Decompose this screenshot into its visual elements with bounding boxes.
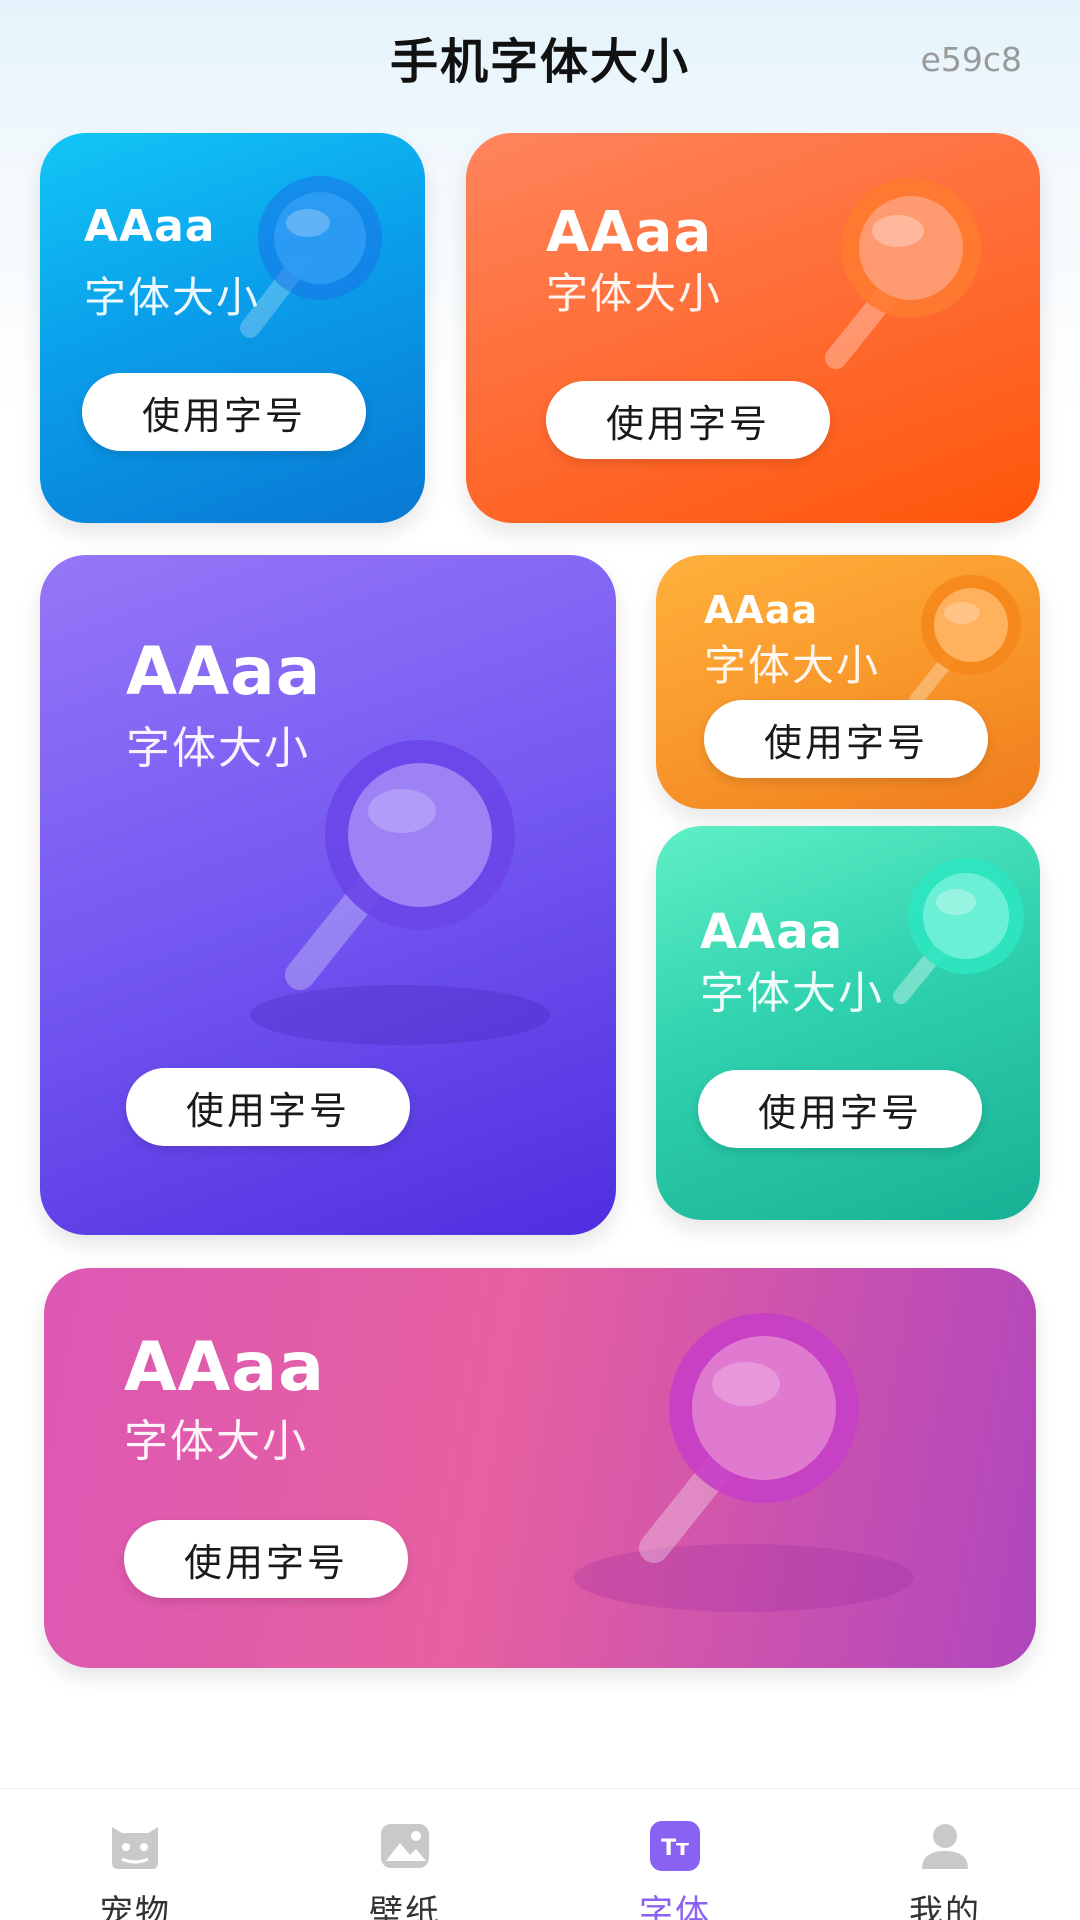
use-font-size-button[interactable]: 使用字号 bbox=[82, 373, 366, 451]
profile-icon bbox=[922, 1824, 968, 1869]
font-sample-text: AAaa bbox=[546, 200, 713, 265]
font-size-label: 字体大小 bbox=[126, 723, 310, 774]
font-card-orange: AAaa 字体大小 使用字号 bbox=[656, 555, 1040, 809]
tab-label: 宠物 bbox=[99, 1893, 171, 1920]
bottom-tab-bar: 宠物 壁纸 Tт 字体 我的 bbox=[0, 1788, 1080, 1920]
tab-font[interactable]: Tт 字体 bbox=[540, 1789, 810, 1920]
font-size-label: 字体大小 bbox=[700, 968, 884, 1019]
magnifier-icon bbox=[909, 575, 1021, 707]
font-sample-text: AAaa bbox=[124, 1328, 326, 1407]
use-font-size-button[interactable]: 使用字号 bbox=[126, 1068, 410, 1146]
corner-code: e59c8 bbox=[920, 40, 1022, 79]
tab-profile[interactable]: 我的 bbox=[810, 1789, 1080, 1920]
use-font-size-button[interactable]: 使用字号 bbox=[546, 381, 830, 459]
tab-label: 字体 bbox=[639, 1893, 711, 1920]
tab-wallpaper[interactable]: 壁纸 bbox=[270, 1789, 540, 1920]
font-icon: Tт bbox=[650, 1821, 700, 1871]
magnifier-icon bbox=[825, 178, 981, 369]
magnifier-icon bbox=[240, 176, 382, 338]
use-font-size-button[interactable]: 使用字号 bbox=[704, 700, 988, 778]
pet-icon bbox=[112, 1827, 158, 1869]
use-font-size-button[interactable]: 使用字号 bbox=[698, 1070, 982, 1148]
magnifier-icon bbox=[574, 1313, 914, 1612]
font-size-label: 字体大小 bbox=[546, 269, 723, 318]
font-size-label: 字体大小 bbox=[124, 1416, 308, 1467]
font-card-pink: AAaa 字体大小 使用字号 bbox=[44, 1268, 1036, 1668]
font-card-orange-red: AAaa 字体大小 使用字号 bbox=[466, 133, 1040, 523]
font-sample-text: AAaa bbox=[704, 588, 819, 632]
font-card-purple: AAaa 字体大小 使用字号 bbox=[40, 555, 616, 1235]
wallpaper-icon bbox=[381, 1824, 429, 1868]
font-size-label: 字体大小 bbox=[84, 273, 261, 322]
tab-label: 我的 bbox=[909, 1893, 981, 1920]
font-card-blue: AAaa 字体大小 使用字号 bbox=[40, 133, 425, 523]
tab-pet[interactable]: 宠物 bbox=[0, 1789, 270, 1920]
magnifier-icon bbox=[250, 740, 550, 1045]
font-sample-text: AAaa bbox=[126, 633, 322, 710]
font-sample-text: AAaa bbox=[84, 201, 216, 252]
svg-text:Tт: Tт bbox=[661, 1836, 689, 1861]
page-title: 手机字体大小 bbox=[389, 34, 690, 90]
font-size-page: 手机字体大小 e59c8 AAaa 字体大小 使用字号 AAaa 字体大小 使用… bbox=[0, 0, 1080, 1920]
tab-label: 壁纸 bbox=[369, 1893, 441, 1920]
font-size-label: 字体大小 bbox=[704, 641, 881, 690]
font-card-teal: AAaa 字体大小 使用字号 bbox=[656, 826, 1040, 1220]
use-font-size-button[interactable]: 使用字号 bbox=[124, 1520, 408, 1598]
font-sample-text: AAaa bbox=[700, 904, 844, 960]
